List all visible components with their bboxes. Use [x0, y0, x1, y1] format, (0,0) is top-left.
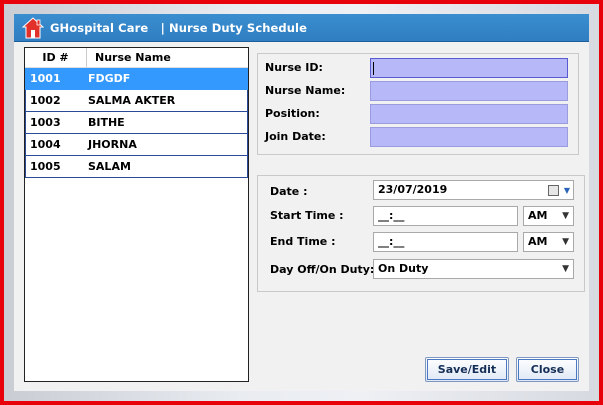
highlight-frame — [0, 0, 603, 405]
